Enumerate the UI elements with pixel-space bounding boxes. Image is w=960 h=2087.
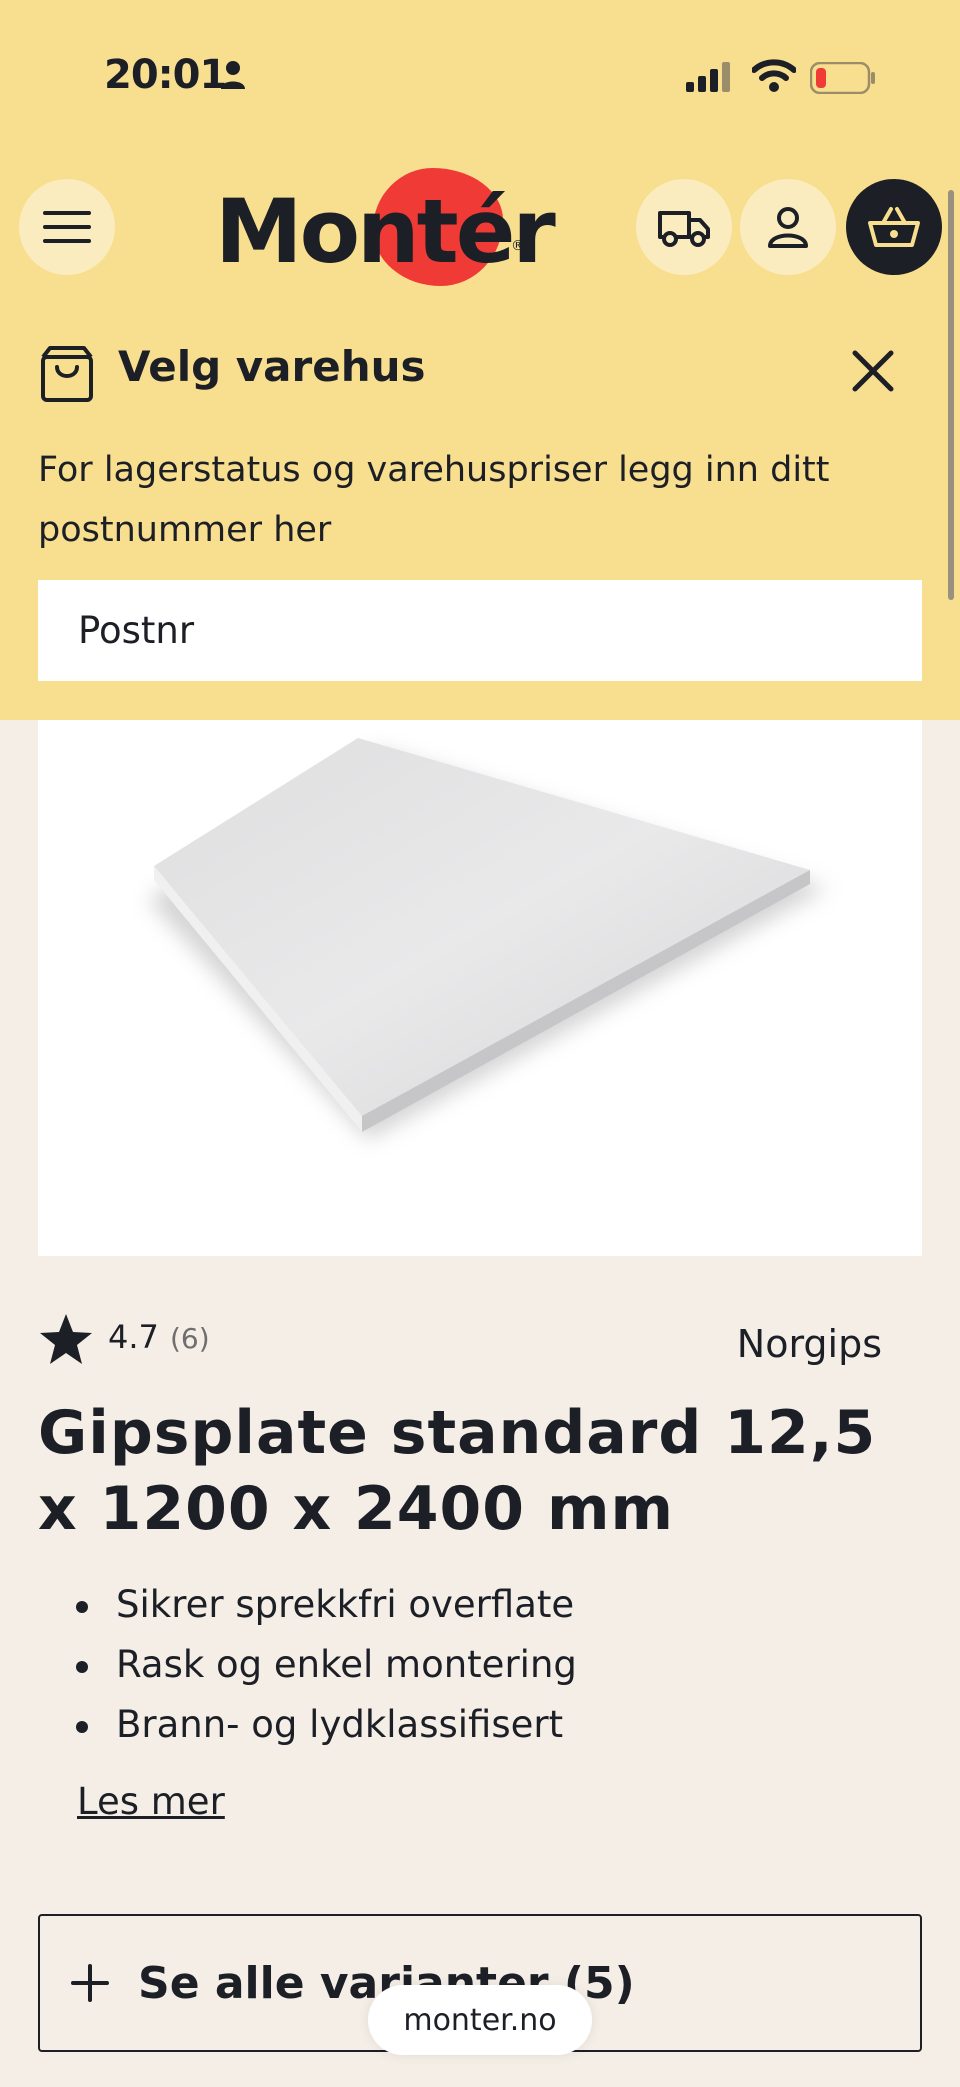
scrollbar[interactable] — [948, 190, 954, 600]
registered-mark: ® — [511, 238, 525, 254]
brand-name[interactable]: Norgips — [737, 1322, 882, 1366]
store-picker-description: For lagerstatus og varehuspriser legg in… — [38, 450, 830, 550]
menu-button[interactable] — [19, 179, 115, 275]
shopping-bag-icon — [41, 346, 93, 402]
close-icon[interactable] — [850, 348, 896, 394]
rating-value: 4.7 — [108, 1318, 159, 1356]
feature-list: Sikrer sprekkfri overflate Rask og enkel… — [38, 1575, 577, 1755]
status-time: 20:01 — [104, 52, 227, 98]
logo-text: Montér — [215, 180, 556, 283]
cart-button[interactable] — [846, 179, 942, 275]
feature-item: Rask og enkel montering — [38, 1635, 577, 1695]
feature-item: Brann- og lydklassifisert — [38, 1695, 577, 1755]
browser-url-pill[interactable]: monter.no — [368, 1985, 592, 2055]
plasterboard-image — [148, 738, 828, 1140]
wifi-icon — [752, 59, 796, 92]
person-status-icon — [221, 61, 245, 89]
basket-icon — [868, 207, 920, 247]
product-image[interactable] — [38, 720, 922, 1256]
user-icon — [768, 207, 808, 248]
star-icon — [40, 1314, 92, 1364]
postnr-input[interactable] — [38, 580, 922, 681]
read-more-link[interactable]: Les mer — [77, 1780, 225, 1823]
review-count[interactable]: (6) — [170, 1322, 210, 1355]
plus-icon — [71, 1964, 109, 2002]
product-title: Gipsplate standard 12,5 x 1200 x 2400 mm — [38, 1398, 877, 1544]
hamburger-icon — [43, 211, 91, 243]
account-button[interactable] — [740, 179, 836, 275]
truck-icon — [658, 211, 710, 247]
delivery-button[interactable] — [636, 179, 732, 275]
battery-icon — [810, 62, 875, 94]
store-picker-title: Velg varehus — [118, 342, 426, 391]
cellular-signal-icon — [686, 62, 730, 92]
monter-logo[interactable]: Montér ® — [215, 160, 556, 290]
feature-item: Sikrer sprekkfri overflate — [38, 1575, 577, 1635]
